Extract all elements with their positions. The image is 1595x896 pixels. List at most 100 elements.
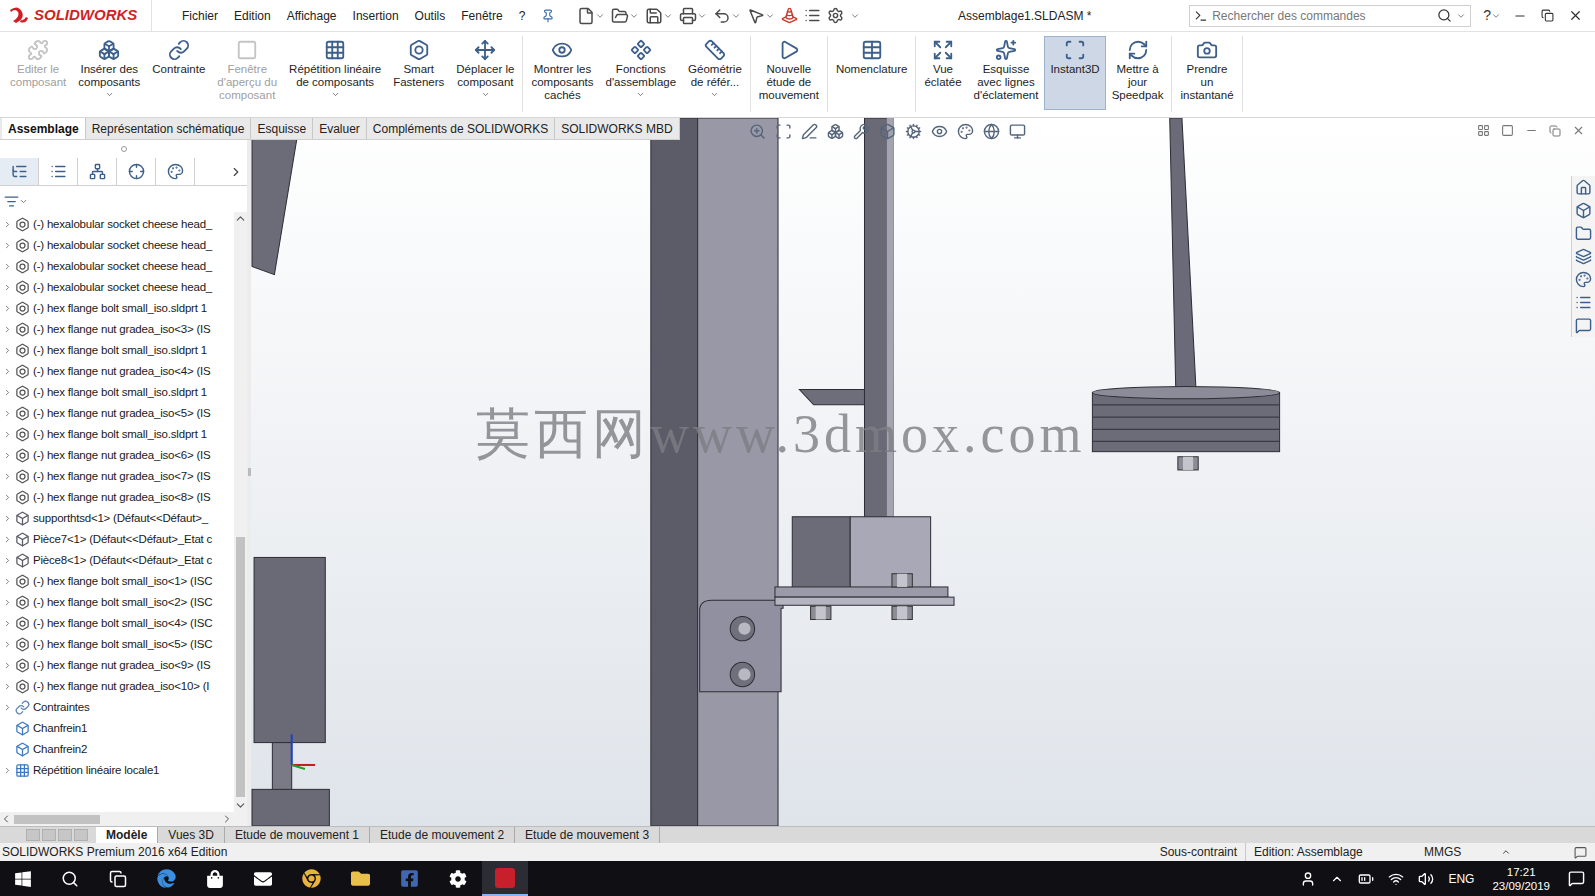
- panel-tab[interactable]: [39, 158, 78, 185]
- dropdown-icon[interactable]: [19, 197, 28, 206]
- menu-item[interactable]: Fenêtre: [453, 7, 510, 25]
- task-view-icon[interactable]: [109, 870, 127, 888]
- volume-icon[interactable]: [1418, 871, 1434, 887]
- expand-icon[interactable]: [3, 430, 12, 439]
- help-button[interactable]: ?: [1483, 5, 1501, 26]
- expand-icon[interactable]: [3, 682, 12, 691]
- command-search[interactable]: Rechercher des commandes: [1189, 5, 1471, 27]
- tree-item[interactable]: Répétition linéaire locale1: [0, 760, 234, 781]
- tree-item[interactable]: (-) hex flange nut gradea_iso<4> (IS: [0, 361, 234, 382]
- search-icon[interactable]: [61, 870, 79, 888]
- expand-icon[interactable]: [3, 388, 12, 397]
- toolbar-button[interactable]: [679, 7, 707, 25]
- view-tool-icon[interactable]: [957, 123, 974, 140]
- tree-item[interactable]: (-) hexalobular socket cheese head_: [0, 256, 234, 277]
- toolbar-button[interactable]: [577, 7, 605, 25]
- tree-item[interactable]: (-) hex flange bolt small_iso<2> (ISC: [0, 592, 234, 613]
- tree-item[interactable]: Pièce7<1> (Défaut<<Défaut>_Etat c: [0, 529, 234, 550]
- ribbon-button[interactable]: Contrainte: [146, 36, 211, 110]
- toolbar-button[interactable]: [747, 7, 775, 25]
- task-pane-icon[interactable]: [1575, 271, 1592, 288]
- toolbar-button[interactable]: [611, 7, 639, 25]
- menu-item[interactable]: Fichier: [174, 7, 226, 25]
- battery-icon[interactable]: [1358, 871, 1374, 887]
- tab-scroll-button[interactable]: [26, 829, 40, 841]
- graphics-area[interactable]: 莫西网www.3dmox.com: [251, 118, 1595, 826]
- bolt-head[interactable]: [730, 662, 754, 686]
- network-icon[interactable]: [1388, 871, 1404, 887]
- task-pane-icon[interactable]: [1575, 202, 1592, 219]
- view-tool-icon[interactable]: [879, 123, 896, 140]
- close-icon[interactable]: [1568, 8, 1583, 23]
- ribbon-button[interactable]: Nomenclature: [830, 36, 914, 110]
- restore-icon[interactable]: [1549, 125, 1561, 137]
- expand-icon[interactable]: [3, 535, 12, 544]
- solidworks-task[interactable]: [482, 861, 528, 896]
- tree-item[interactable]: (-) hex flange nut gradea_iso<3> (IS: [0, 319, 234, 340]
- view-tool-icon[interactable]: [983, 123, 1000, 140]
- scroll-thumb[interactable]: [14, 815, 100, 824]
- expand-icon[interactable]: [3, 325, 12, 334]
- model-tab[interactable]: Etude de mouvement 3: [515, 827, 660, 843]
- tree-item[interactable]: (-) hex flange nut gradea_iso<5> (IS: [0, 403, 234, 424]
- ribbon-button[interactable]: Vueéclatée: [918, 36, 967, 110]
- dropdown-icon[interactable]: [105, 90, 114, 99]
- mount-block[interactable]: [792, 517, 850, 588]
- toolbar-button[interactable]: [713, 7, 741, 25]
- model-tab[interactable]: Etude de mouvement 1: [225, 827, 370, 843]
- bolt-head[interactable]: [730, 616, 754, 640]
- tree-item[interactable]: (-) hex flange bolt small_iso<5> (ISC: [0, 634, 234, 655]
- tree-item[interactable]: (-) hex flange nut gradea_iso<7> (IS: [0, 466, 234, 487]
- ribbon-button[interactable]: Géométriede référ...: [682, 36, 748, 110]
- tab-scroll-button[interactable]: [58, 829, 72, 841]
- menu-item[interactable]: Affichage: [279, 7, 345, 25]
- store-icon[interactable]: [206, 870, 224, 888]
- dropdown-icon[interactable]: [710, 90, 719, 99]
- ribbon-button[interactable]: Fenêtred'aperçu ducomposant: [211, 36, 283, 110]
- people-icon[interactable]: [1300, 871, 1316, 887]
- settings-icon[interactable]: [449, 870, 467, 888]
- flag-plate[interactable]: [864, 118, 892, 555]
- view-tool-icon[interactable]: [1009, 123, 1026, 140]
- scroll-thumb[interactable]: [236, 537, 245, 797]
- ribbon-button[interactable]: Répétition linéairede composants: [283, 36, 387, 110]
- nut[interactable]: [811, 606, 831, 619]
- tree-item[interactable]: Chanfrein2: [0, 739, 234, 760]
- ribbon-tab[interactable]: Assemblage: [2, 118, 86, 139]
- tree-item[interactable]: Pièce8<1> (Défaut<<Défaut>_Etat c: [0, 550, 234, 571]
- filter-icon[interactable]: [4, 194, 19, 209]
- options-icon[interactable]: [827, 7, 844, 24]
- steel-column-shadow[interactable]: [651, 118, 698, 826]
- unit-system[interactable]: MMGS: [1416, 843, 1566, 861]
- clock[interactable]: 17:2123/09/2019: [1488, 865, 1554, 893]
- facebook-icon[interactable]: [400, 869, 419, 888]
- expand-icon[interactable]: [3, 472, 12, 481]
- close-icon[interactable]: [1572, 124, 1585, 137]
- ribbon-button[interactable]: Montrer lescomposantscachés: [525, 36, 599, 110]
- expand-icon[interactable]: [3, 598, 12, 607]
- solidworks-logo[interactable]: SOLIDWORKS: [0, 0, 152, 31]
- expand-icon[interactable]: [3, 619, 12, 628]
- task-pane-icon[interactable]: [1575, 179, 1592, 196]
- expand-icon[interactable]: [3, 556, 12, 565]
- collapse-handle[interactable]: [121, 146, 127, 152]
- expand-icon[interactable]: [3, 703, 12, 712]
- base-block[interactable]: [252, 789, 329, 826]
- rebuild-icon[interactable]: [781, 7, 798, 24]
- expand-icon[interactable]: [3, 262, 12, 271]
- dropdown-icon[interactable]: [331, 90, 340, 99]
- explorer-icon[interactable]: [351, 869, 370, 888]
- tree-item[interactable]: (-) hex flange nut gradea_iso<6> (IS: [0, 445, 234, 466]
- panel-tab[interactable]: [78, 158, 117, 185]
- expand-icon[interactable]: [3, 640, 12, 649]
- expand-icon[interactable]: [3, 493, 12, 502]
- expand-icon[interactable]: [3, 514, 12, 523]
- ribbon-button[interactable]: Déplacer lecomposant: [450, 36, 520, 110]
- mount-block[interactable]: [850, 517, 930, 588]
- steel-column[interactable]: [698, 118, 778, 826]
- tree-item[interactable]: (-) hex flange bolt small_iso.sldprt 1: [0, 424, 234, 445]
- tray-expand-icon[interactable]: [1330, 872, 1344, 886]
- base-plate[interactable]: [775, 587, 948, 597]
- task-pane-icon[interactable]: [1575, 225, 1592, 242]
- panel-tab[interactable]: [117, 158, 156, 185]
